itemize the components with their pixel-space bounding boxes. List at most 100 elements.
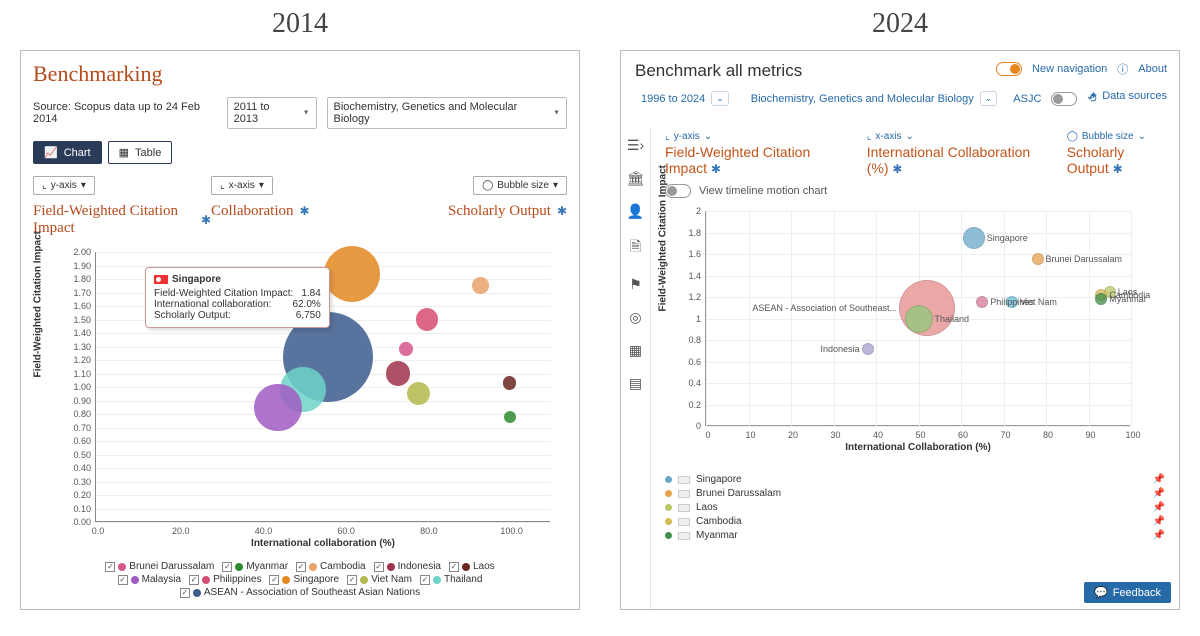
bubble[interactable] <box>504 411 516 423</box>
bubble[interactable] <box>503 376 516 389</box>
gear-icon[interactable]: ✱ <box>300 204 310 219</box>
gear-icon[interactable]: ✱ <box>557 204 567 219</box>
legend-item[interactable]: ✓Philippines <box>189 574 261 585</box>
legend-swatch <box>193 589 201 597</box>
bubble[interactable] <box>386 361 410 385</box>
legend-item[interactable]: ✓Singapore <box>269 574 339 585</box>
subject-select[interactable]: Biochemistry, Genetics and Molecular Bio… <box>745 89 1004 108</box>
gear-icon[interactable]: ✱ <box>711 162 721 176</box>
bubble[interactable] <box>399 342 412 355</box>
new-navigation-label: New navigation <box>1032 63 1107 75</box>
y-axis-select[interactable]: y-axis <box>674 131 700 142</box>
checkbox[interactable]: ✓ <box>105 562 115 572</box>
bubble-size-select[interactable]: ◯Bubble size▾ <box>473 176 567 195</box>
bubble[interactable] <box>324 246 380 302</box>
subject-select[interactable]: Biochemistry, Genetics and Molecular Bio… <box>327 97 568 129</box>
bubble-size-select[interactable]: Bubble size <box>1082 131 1134 142</box>
bubble[interactable] <box>862 343 874 355</box>
pin-icon[interactable]: 📌 <box>1153 488 1165 499</box>
legend-item[interactable]: Cambodia📌 <box>665 516 1165 527</box>
pin-icon[interactable]: 📌 <box>1153 530 1165 541</box>
chevron-down-icon: ⌄ <box>711 91 729 106</box>
legend-item[interactable]: ✓Myanmar <box>222 561 288 572</box>
legend-item[interactable]: Brunei Darussalam📌 <box>665 488 1165 499</box>
axis-icon: ⌞ <box>665 131 670 142</box>
x-axis-select[interactable]: ⌞x-axis▾ <box>211 176 273 195</box>
timeline-toggle[interactable] <box>665 184 691 198</box>
legend-item[interactable]: ✓Indonesia <box>374 561 441 572</box>
bubble[interactable] <box>976 296 988 308</box>
flag-icon[interactable]: ⚑ <box>629 276 642 293</box>
gear-icon[interactable]: ✱ <box>1113 162 1123 176</box>
chevron-down-icon: ▾ <box>81 180 86 191</box>
legend-item[interactable]: Myanmar📌 <box>665 530 1165 541</box>
legend-label: Cambodia <box>320 561 366 572</box>
bubble[interactable] <box>905 305 933 333</box>
pin-icon[interactable]: 📌 <box>1153 474 1165 485</box>
chevron-down-icon: ⌄ <box>980 91 998 106</box>
y-axis-title: Field-Weighted Citation Impact <box>33 231 44 377</box>
gear-icon[interactable]: ✱ <box>201 213 211 228</box>
checkbox[interactable]: ✓ <box>296 562 306 572</box>
bubble-chart[interactable]: Field-Weighted Citation Impact 00.20.40.… <box>665 206 1145 466</box>
checkbox[interactable]: ✓ <box>269 575 279 585</box>
checkbox[interactable]: ✓ <box>347 575 357 585</box>
bubble-chart[interactable]: Field-Weighted Citation Impact 0.000.100… <box>40 247 560 557</box>
chat-icon: 💬 <box>1094 586 1108 599</box>
data-sources-link[interactable]: Data sources <box>1102 90 1167 102</box>
point-label: Thailand <box>935 314 970 324</box>
legend-item[interactable]: Laos📌 <box>665 502 1165 513</box>
y-axis-title: Field-Weighted Citation Impact <box>658 165 669 311</box>
menu-collapse-icon[interactable]: ☰› <box>627 137 644 154</box>
person-icon[interactable]: 👤 <box>627 203 644 220</box>
flag-icon <box>678 518 690 526</box>
new-navigation-toggle[interactable] <box>996 62 1022 76</box>
bubble[interactable] <box>407 382 430 405</box>
legend-item[interactable]: ✓Laos <box>449 561 495 572</box>
legend: ✓Brunei Darussalam✓Myanmar✓Cambodia✓Indo… <box>71 561 529 598</box>
info-icon[interactable]: ⓘ <box>1117 61 1128 77</box>
about-link[interactable]: About <box>1138 63 1167 75</box>
pin-icon[interactable]: 📌 <box>1153 516 1165 527</box>
legend-item[interactable]: ✓Thailand <box>420 574 482 585</box>
tab-chart[interactable]: 📈Chart <box>33 141 102 164</box>
legend-item[interactable]: ✓Viet Nam <box>347 574 412 585</box>
gear-icon[interactable]: ✱ <box>892 162 902 176</box>
year-range-select[interactable]: 2011 to 2013 <box>227 97 317 129</box>
legend-item[interactable]: Singapore 📌 <box>665 474 1165 485</box>
legend-item[interactable]: ✓ASEAN - Association of Southeast Asian … <box>180 587 420 598</box>
legend-item[interactable]: ✓Malaysia <box>118 574 181 585</box>
checkbox[interactable]: ✓ <box>374 562 384 572</box>
feedback-button[interactable]: 💬Feedback <box>1084 582 1171 603</box>
checkbox[interactable]: ✓ <box>189 575 199 585</box>
bubble[interactable] <box>416 308 438 330</box>
tab-table[interactable]: ▦Table <box>108 141 173 164</box>
institution-icon[interactable]: 🏛 <box>627 170 645 187</box>
panel-2014: Benchmarking Source: Scopus data up to 2… <box>20 50 580 610</box>
document-icon[interactable]: 🗎 <box>630 236 641 260</box>
scheme-toggle[interactable] <box>1051 92 1077 106</box>
legend-swatch <box>131 576 139 584</box>
target-icon[interactable]: ◎ <box>629 309 641 326</box>
checkbox[interactable]: ✓ <box>118 575 128 585</box>
checkbox[interactable]: ✓ <box>449 562 459 572</box>
grid-icon[interactable]: ▦ <box>629 342 642 359</box>
legend-item[interactable]: ✓ Cambodia <box>296 561 366 572</box>
checkbox[interactable]: ✓ <box>180 588 190 598</box>
chart-icon: 📈 <box>44 146 58 159</box>
legend-label: Singapore <box>696 474 742 485</box>
bubble[interactable] <box>963 227 985 249</box>
year-range-select[interactable]: 1996 to 2024⌄ <box>635 89 735 108</box>
bubble[interactable] <box>1095 293 1107 305</box>
legend-item[interactable]: ✓Brunei Darussalam <box>105 561 214 572</box>
y-axis-select[interactable]: ⌞y-axis▾ <box>33 176 95 195</box>
bubble[interactable] <box>1032 253 1044 265</box>
checkbox[interactable]: ✓ <box>222 562 232 572</box>
checkbox[interactable]: ✓ <box>420 575 430 585</box>
bubble[interactable] <box>472 277 489 294</box>
bubble[interactable] <box>254 384 301 431</box>
report-icon[interactable]: ▤ <box>629 375 642 392</box>
x-axis-select[interactable]: x-axis <box>875 131 901 142</box>
page-title: Benchmarking <box>33 61 567 87</box>
pin-icon[interactable]: 📌 <box>1153 502 1165 513</box>
